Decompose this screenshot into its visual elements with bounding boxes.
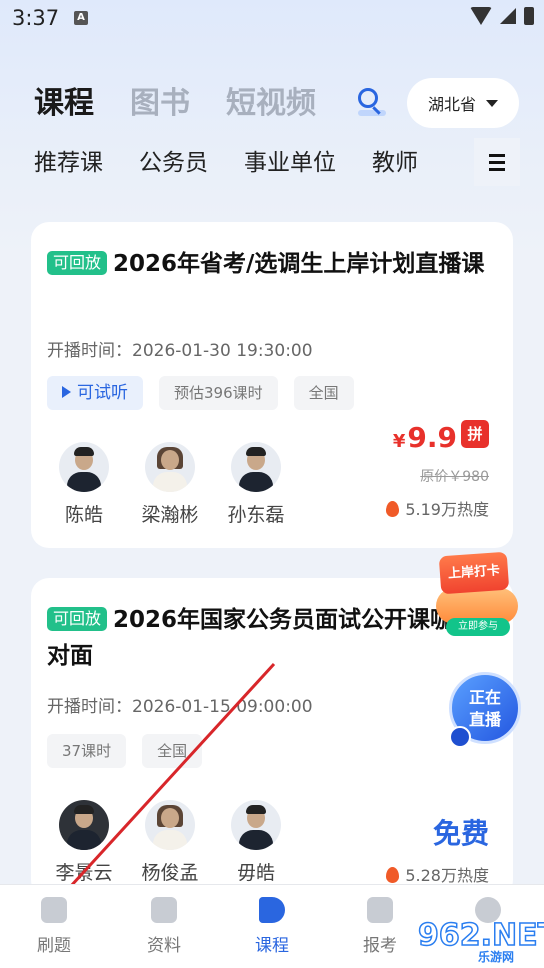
avatar xyxy=(59,800,109,850)
bookmark-star-icon xyxy=(367,897,393,923)
nav-courses[interactable]: 课程 xyxy=(242,897,302,956)
price-area: ¥9.9 拼 原价￥980 5.19万热度 xyxy=(386,420,489,520)
teacher: 李景云 xyxy=(51,800,117,885)
price-area: 免费 5.28万热度 xyxy=(386,812,489,886)
teacher-name: 杨俊孟 xyxy=(141,862,199,884)
search-icon xyxy=(358,88,378,108)
nav-practice[interactable]: 刷题 xyxy=(24,897,84,956)
site-watermark: 962.NET 乐游网 xyxy=(417,917,544,964)
teacher: 孙东磊 xyxy=(223,442,289,527)
course-card[interactable]: 可回放 2026年省考/选调生上岸计划直播课 开播时间：2026-01-30 19… xyxy=(31,222,513,548)
category-civil-servant[interactable]: 公务员 xyxy=(139,146,208,180)
category-tabs: 推荐课 公务员 事业单位 教师 xyxy=(34,146,454,180)
tab-courses[interactable]: 课程 xyxy=(34,84,94,124)
teacher-name: 陈皓 xyxy=(64,504,103,526)
course-title: 可回放 2026年省考/选调生上岸计划直播课 xyxy=(47,246,487,282)
course-title: 可回放 2026年国家公务员面试公开课咖面对面 xyxy=(47,607,477,669)
avatar xyxy=(59,442,109,492)
header-background xyxy=(0,0,544,260)
wifi-icon xyxy=(470,7,492,25)
category-teacher[interactable]: 教师 xyxy=(372,146,418,180)
region-selector[interactable]: 湖北省 xyxy=(407,78,519,128)
join-button[interactable]: 立即参与 xyxy=(446,618,510,636)
hours-tag: 预估396课时 xyxy=(159,376,278,410)
teacher: 杨俊孟 xyxy=(137,800,203,885)
teacher-name: 毋皓 xyxy=(236,862,275,884)
teacher-name: 孙东磊 xyxy=(227,504,285,526)
checkin-sign: 上岸打卡 xyxy=(438,551,510,595)
top-tabs: 课程 图书 短视频 xyxy=(34,84,352,124)
trial-tag[interactable]: 可试听 xyxy=(47,376,143,410)
battery-icon xyxy=(524,7,534,25)
status-time: 3:37 xyxy=(12,6,60,30)
practice-icon xyxy=(41,897,67,923)
group-buy-badge: 拼 xyxy=(461,420,489,448)
teacher: 梁瀚彬 xyxy=(137,442,203,527)
fire-icon xyxy=(386,867,400,883)
caret-down-icon xyxy=(486,99,498,107)
heat-count: 5.19万热度 xyxy=(386,496,489,520)
teacher: 陈皓 xyxy=(51,442,117,527)
menu-button[interactable] xyxy=(474,138,520,186)
status-icons xyxy=(470,7,534,25)
hours-tag: 37课时 xyxy=(47,734,127,768)
live-now-button[interactable]: 正在 直播 xyxy=(449,672,521,750)
category-public-institution[interactable]: 事业单位 xyxy=(244,146,336,180)
category-recommended[interactable]: 推荐课 xyxy=(34,146,103,180)
nav-materials[interactable]: 资料 xyxy=(134,897,194,956)
teacher-list: 李景云 杨俊孟 毋皓 xyxy=(51,800,289,885)
tab-books[interactable]: 图书 xyxy=(130,84,190,124)
scope-tag: 全国 xyxy=(142,734,203,768)
fire-icon xyxy=(386,501,400,517)
search-button[interactable] xyxy=(354,84,388,120)
avatar xyxy=(231,442,281,492)
original-price: 原价￥980 xyxy=(420,469,489,485)
play-icon xyxy=(62,386,71,398)
replay-badge: 可回放 xyxy=(47,607,108,631)
scope-tag: 全国 xyxy=(293,376,354,410)
checkin-widget[interactable]: 上岸打卡 立即参与 xyxy=(430,548,524,636)
teacher-name: 李景云 xyxy=(55,862,113,884)
nav-exam-registration[interactable]: 报考 xyxy=(350,897,410,956)
avatar xyxy=(145,442,195,492)
price: 免费 xyxy=(432,817,489,850)
equalizer-icon xyxy=(449,726,471,748)
region-label: 湖北省 xyxy=(427,95,476,114)
course-tags: 37课时 全国 xyxy=(47,734,203,768)
teacher-list: 陈皓 梁瀚彬 孙东磊 xyxy=(51,442,289,527)
materials-icon xyxy=(151,897,177,923)
heat-count: 5.28万热度 xyxy=(386,862,489,886)
price: ¥9.9 拼 xyxy=(386,420,489,454)
signal-icon xyxy=(500,8,516,24)
tab-short-video[interactable]: 短视频 xyxy=(226,84,316,124)
replay-badge: 可回放 xyxy=(47,251,108,275)
teacher-name: 梁瀚彬 xyxy=(141,504,199,526)
start-time: 开播时间：2026-01-15 09:00:00 xyxy=(47,697,313,717)
avatar xyxy=(231,800,281,850)
avatar xyxy=(145,800,195,850)
notification-icon: A xyxy=(74,11,88,25)
teacher: 毋皓 xyxy=(223,800,289,885)
courses-icon xyxy=(259,897,285,923)
status-bar: 3:37 A xyxy=(0,0,544,36)
course-tags: 可试听 预估396课时 全国 xyxy=(47,376,354,410)
start-time: 开播时间：2026-01-30 19:30:00 xyxy=(47,341,313,361)
